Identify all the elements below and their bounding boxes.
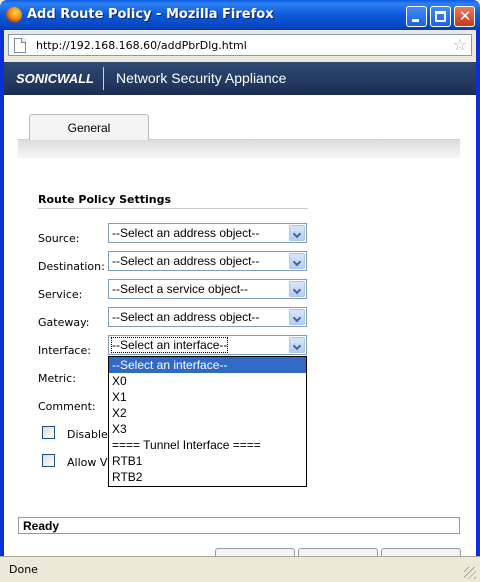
dropdown-option[interactable]: X2 [109,405,306,421]
window-title-bar[interactable]: Add Route Policy - Mozilla Firefox ✕ [0,0,480,30]
destination-label: Destination: [38,260,105,273]
dialog-button[interactable] [381,548,461,556]
dropdown-option[interactable]: X0 [109,373,306,389]
sonicwall-banner: SONICWALL Network Security Appliance [4,62,476,95]
window-border-right [476,62,480,582]
firefox-icon [6,7,22,23]
dropdown-option[interactable]: RTB1 [109,453,306,469]
tab-general-label: General [67,121,111,135]
source-label: Source: [38,232,80,245]
minimize-icon [412,19,419,22]
metric-label: Metric: [38,372,76,385]
chevron-down-icon[interactable] [289,337,305,353]
resize-grip-icon[interactable] [464,567,476,579]
chevron-down-icon[interactable] [289,281,305,297]
section-divider [38,208,308,209]
interface-select[interactable]: --Select an interface-- [108,335,307,355]
source-select-value: --Select an address object-- [112,226,260,240]
interface-dropdown-list: --Select an interface-- X0 X1 X2 X3 ====… [108,356,307,487]
bookmark-star-icon[interactable]: ☆ [453,36,467,54]
comment-label: Comment: [38,400,96,413]
dropdown-option[interactable]: X3 [109,421,306,437]
browser-status-text: Done [9,563,38,576]
section-title: Route Policy Settings [38,193,172,206]
dropdown-option[interactable]: X1 [109,389,306,405]
interface-select-value: --Select an interface-- [110,337,229,353]
destination-select[interactable]: --Select an address object-- [108,251,307,271]
page-content: SONICWALL Network Security Appliance Gen… [4,62,476,556]
allow-vpn-checkbox[interactable] [42,454,55,467]
dialog-status-text: Ready [23,519,60,533]
address-bar: http://192.168.168.60/addPbrDlg.html ☆ [0,30,480,62]
chevron-down-icon[interactable] [289,253,305,269]
chevron-down-icon[interactable] [289,225,305,241]
close-button[interactable]: ✕ [454,6,475,27]
gateway-select[interactable]: --Select an address object-- [108,307,307,327]
banner-divider [103,67,104,90]
close-icon: ✕ [458,7,472,25]
gateway-select-value: --Select an address object-- [112,310,260,324]
service-select[interactable]: --Select a service object-- [108,279,307,299]
tab-general[interactable]: General [29,114,149,140]
banner-title: Network Security Appliance [116,70,287,86]
dialog-button[interactable] [298,548,378,556]
sonicwall-logo: SONICWALL [16,71,94,86]
dropdown-option[interactable]: ==== Tunnel Interface ==== [109,437,306,453]
service-label: Service: [38,288,83,301]
window-title: Add Route Policy - Mozilla Firefox [27,7,274,22]
tab-strip [18,139,460,159]
source-select[interactable]: --Select an address object-- [108,223,307,243]
dropdown-option[interactable]: --Select an interface-- [109,357,306,373]
allow-vpn-label: Allow VP [67,456,115,469]
maximize-button[interactable] [430,6,451,27]
maximize-icon [435,11,446,22]
url-text[interactable]: http://192.168.168.60/addPbrDlg.html [36,39,247,52]
page-icon [14,38,26,53]
gateway-label: Gateway: [38,316,90,329]
dialog-status-box: Ready [18,517,460,534]
service-select-value: --Select a service object-- [112,282,249,296]
browser-status-bar: Done [0,556,480,582]
url-field[interactable]: http://192.168.168.60/addPbrDlg.html ☆ [8,34,472,56]
interface-label: Interface: [38,344,91,357]
dropdown-option[interactable]: RTB2 [109,469,306,485]
chevron-down-icon[interactable] [289,309,305,325]
minimize-button[interactable] [406,6,427,27]
destination-select-value: --Select an address object-- [112,254,260,268]
dialog-button[interactable] [215,548,295,556]
disable-route-checkbox[interactable] [42,426,55,439]
